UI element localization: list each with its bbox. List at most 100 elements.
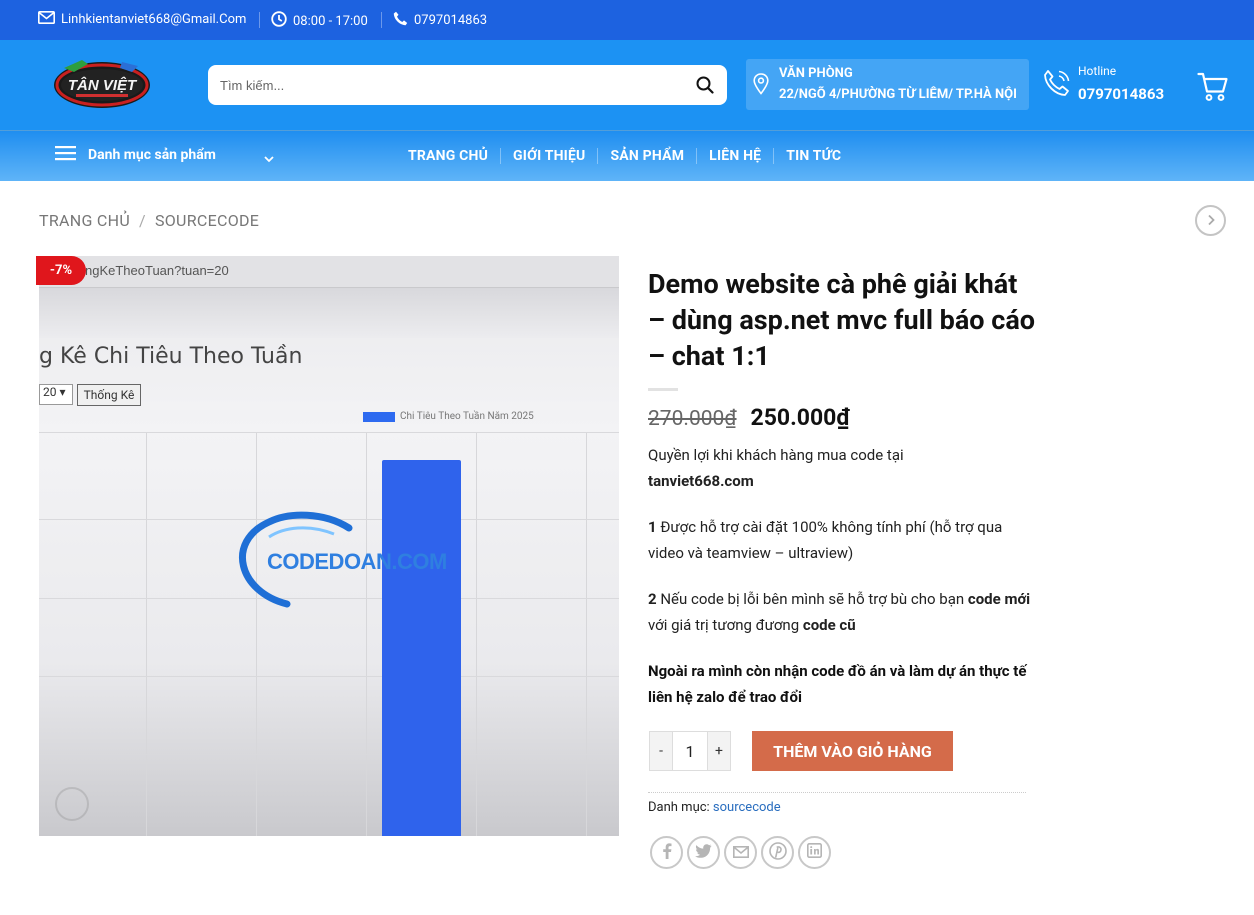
grid-line xyxy=(39,754,619,755)
quantity-plus-button[interactable]: + xyxy=(708,732,730,770)
office-label: VĂN PHÒNG xyxy=(779,66,853,81)
nav-item-news[interactable]: TIN TỨC xyxy=(773,148,853,164)
phone-ring-icon xyxy=(1042,68,1072,102)
description-point-1: 1 Được hỗ trợ cài đặt 100% không tính ph… xyxy=(648,514,1033,566)
facebook-icon xyxy=(662,842,672,863)
topbar-phone[interactable]: 0797014863 xyxy=(393,11,487,30)
screenshot-heading: g Kê Chi Tiêu Theo Tuần xyxy=(39,344,303,369)
category-label: Danh mục: xyxy=(648,800,710,815)
phone-icon xyxy=(393,11,408,30)
category-menu[interactable]: Danh mục sản phẩm xyxy=(55,145,274,165)
phone-text: 0797014863 xyxy=(414,13,488,28)
search-icon[interactable] xyxy=(683,65,727,105)
watermark-text: CODEDOAN.COM xyxy=(267,549,447,574)
twitter-share-button[interactable] xyxy=(687,836,720,869)
point-1-text: Được hỗ trợ cài đặt 100% không tính phí … xyxy=(648,518,1003,562)
divider xyxy=(381,12,382,28)
nav-item-contact[interactable]: LIÊN HỆ xyxy=(696,148,773,164)
old-price: 270.000₫ xyxy=(648,407,737,431)
intro-text: Quyền lợi khi khách hàng mua code tại xyxy=(648,446,904,464)
description-intro: Quyền lợi khi khách hàng mua code tại ta… xyxy=(648,442,1033,494)
chevron-down-icon xyxy=(263,151,275,167)
cart-icon[interactable] xyxy=(1197,72,1229,106)
point-1-number: 1 xyxy=(648,518,657,536)
point-2-text-d: code cũ xyxy=(802,616,856,634)
nav-menu: TRANG CHỦ GIỚI THIỆU SẢN PHẨM LIÊN HỆ TI… xyxy=(396,148,853,164)
breadcrumb-current[interactable]: SOURCECODE xyxy=(155,211,259,230)
legend-label: Chi Tiêu Theo Tuần Năm 2025 xyxy=(400,411,534,422)
screenshot-button: Thống Kê xyxy=(77,384,141,406)
search-input[interactable] xyxy=(208,65,683,105)
topbar-email[interactable]: Linhkientanviet668@Gmail.Com xyxy=(38,11,246,28)
logo[interactable]: TÂN VIỆT xyxy=(52,56,152,112)
screenshot-select: 20 ▾ xyxy=(39,384,73,405)
top-bar: Linhkientanviet668@Gmail.Com 08:00 - 17:… xyxy=(0,0,1254,40)
screenshot-url: ngKeTheoTuan?tuan=20 xyxy=(85,263,229,278)
price-block: 270.000₫ 250.000₫ xyxy=(648,404,850,431)
title-divider xyxy=(648,388,678,391)
envelope-icon xyxy=(732,843,749,862)
point-2-text-c: với giá trị tương đương xyxy=(648,616,803,634)
category-menu-label: Danh mục sản phẩm xyxy=(88,147,216,163)
screenshot-band xyxy=(39,288,619,338)
main-nav: Danh mục sản phẩm TRANG CHỦ GIỚI THIỆU S… xyxy=(0,130,1254,181)
quantity-stepper: - 1 + xyxy=(649,731,731,771)
sale-badge: -7% xyxy=(36,256,86,285)
clock-icon xyxy=(271,11,287,31)
grid-line xyxy=(586,432,587,836)
sale-price: 250.000₫ xyxy=(750,404,850,431)
screenshot-legend: Chi Tiêu Theo Tuần Năm 2025 xyxy=(363,411,534,422)
product-category: Danh mục: sourcecode xyxy=(648,800,781,815)
product-image[interactable]: ngKeTheoTuan?tuan=20 g Kê Chi Tiêu Theo … xyxy=(39,256,619,836)
email-share-button[interactable] xyxy=(724,836,757,869)
next-product-button[interactable] xyxy=(1195,205,1226,236)
facebook-share-button[interactable] xyxy=(650,836,683,869)
divider xyxy=(259,12,260,28)
grid-line xyxy=(146,432,147,836)
chevron-right-icon xyxy=(1207,211,1215,230)
category-link[interactable]: sourcecode xyxy=(713,800,781,815)
pinterest-share-button[interactable] xyxy=(761,836,794,869)
hamburger-icon xyxy=(55,145,76,165)
meta-divider xyxy=(648,792,1026,793)
hotline-label: Hotline xyxy=(1078,64,1117,78)
nav-item-home[interactable]: TRANG CHỦ xyxy=(396,148,500,164)
linkedin-share-button[interactable] xyxy=(798,836,831,869)
grid-line xyxy=(476,432,477,836)
point-2-text-a: Nếu code bị lỗi bên mình sẽ hỗ trợ bù ch… xyxy=(656,590,968,608)
twitter-icon xyxy=(695,843,712,862)
point-2-number: 2 xyxy=(648,590,657,608)
search-box xyxy=(208,65,727,105)
office-address: 22/NGÕ 4/PHƯỜNG TỪ LIÊM/ TP.HÀ NỘI xyxy=(779,87,1017,102)
location-pin-icon xyxy=(753,73,769,99)
hours-text: 08:00 - 17:00 xyxy=(293,13,368,29)
nav-item-products[interactable]: SẢN PHẨM xyxy=(597,148,696,164)
breadcrumb: TRANG CHỦ / SOURCECODE xyxy=(39,211,259,230)
nav-item-about[interactable]: GIỚI THIỆU xyxy=(500,148,597,164)
quantity-minus-button[interactable]: - xyxy=(650,732,672,770)
pinterest-icon xyxy=(768,841,787,864)
description-point-2: 2 Nếu code bị lỗi bên mình sẽ hỗ trợ bù … xyxy=(648,586,1033,638)
chart-bar xyxy=(382,460,461,836)
legend-swatch xyxy=(363,411,395,422)
mail-icon xyxy=(38,11,55,28)
description-point-3: Ngoài ra mình còn nhận code đồ án và làm… xyxy=(648,662,1027,706)
point-2-text-b: code mới xyxy=(967,590,1031,608)
share-buttons xyxy=(650,836,831,869)
email-text: Linhkientanviet668@Gmail.Com xyxy=(61,12,247,27)
header: TÂN VIỆT VĂN PHÒNG 22/NGÕ 4/PHƯỜNG TỪ LI… xyxy=(0,40,1254,130)
screenshot-url-bar: ngKeTheoTuan?tuan=20 xyxy=(39,256,619,288)
office-address-box[interactable]: VĂN PHÒNG 22/NGÕ 4/PHƯỜNG TỪ LIÊM/ TP.HÀ… xyxy=(746,59,1029,110)
add-to-cart-button[interactable]: THÊM VÀO GIỎ HÀNG xyxy=(752,731,953,771)
linkedin-icon xyxy=(807,843,822,862)
breadcrumb-separator: / xyxy=(139,211,146,230)
caret-down-icon: ▾ xyxy=(59,385,66,399)
grid-line xyxy=(39,432,619,433)
breadcrumb-home[interactable]: TRANG CHỦ xyxy=(39,211,130,230)
quantity-input[interactable]: 1 xyxy=(672,732,708,770)
screenshot-select-value: 20 xyxy=(43,385,57,399)
zoom-icon[interactable] xyxy=(55,787,89,821)
intro-site: tanviet668.com xyxy=(648,472,754,490)
grid-line xyxy=(366,432,367,836)
logo-text: TÂN VIỆT xyxy=(68,76,138,94)
